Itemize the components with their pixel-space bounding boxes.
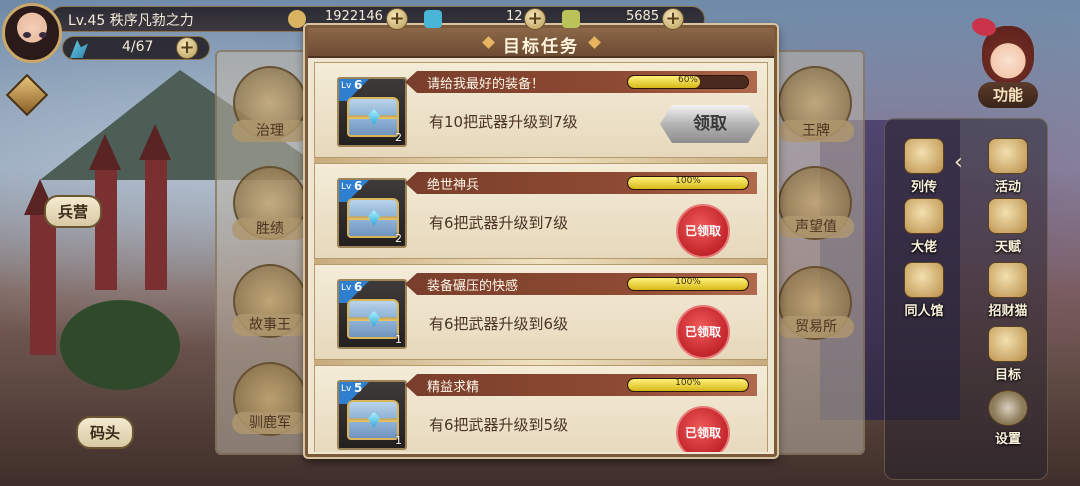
task-progress-bar: 100% [627,176,749,190]
player-level-name: Lv.45 秩序凡勃之力 [68,13,194,29]
chest-icon [347,299,399,339]
crown-icon [904,198,944,234]
coin-value: 1922146 [325,9,383,24]
add-coin-button[interactable]: + [386,8,408,30]
menu-item-bigshot[interactable]: 大佬 [892,196,956,256]
task-row: Lv 6 2 请给我最好的装备！ 60% 有10把武器升级到7级 领取 [314,62,768,158]
tree-scenery [60,300,180,390]
task-description: 有6把武器升级到7级 [429,214,569,232]
menu-item-settings[interactable]: 设置 [976,388,1040,448]
chest-icon [347,198,399,238]
chest-level: 6 [354,280,363,294]
task-title-bar: 装备碾压的快感 100% [405,273,757,295]
reward-chest[interactable]: Lv 6 2 [337,178,407,248]
building-label: 声望值 [778,216,854,238]
claimed-stamp: 已领取 [676,406,730,452]
chest-level: 6 [354,78,363,92]
reward-chest[interactable]: Lv 6 1 [337,279,407,349]
task-row: Lv 6 2 绝世神兵 100% 有6把武器升级到7级 已领取 [314,163,768,259]
menu-item-goals[interactable]: 目标 [976,324,1040,384]
building-icon [904,262,944,298]
building-label: 治理 [232,120,308,142]
chest-icon [347,97,399,137]
chest-level-prefix: Lv [341,384,352,394]
dialog-title: 目标任务 [503,37,579,57]
task-title: 装备碾压的快感 [427,279,519,294]
reward-quantity: 2 [395,232,402,245]
chest-level-prefix: Lv [341,283,352,293]
castle-tower [89,134,121,290]
menu-item-talent[interactable]: 天赋 [976,196,1040,256]
book-icon [904,138,944,174]
reward-quantity: 1 [395,333,402,346]
wings-icon [988,198,1028,234]
task-row: Lv 5 1 精益求精 100% 有6把武器升级到5级 已领取 [314,365,768,452]
crystal-icon [424,10,442,28]
castle-tower [139,124,171,290]
task-title-bar: 绝世神兵 100% [405,172,757,194]
coin-icon [288,10,306,28]
claimed-stamp: 已领取 [676,305,730,359]
task-progress-bar: 100% [627,277,749,291]
gear-icon [988,390,1028,426]
progress-text: 100% [675,277,701,287]
chest-level-prefix: Lv [341,182,352,192]
crystal-value: 12 [506,9,523,24]
stamina-value: 4/67 [122,39,154,55]
building-label: 胜绩 [232,218,308,240]
chest-level: 5 [354,381,363,395]
chest-level-prefix: Lv [341,81,352,91]
task-progress-bar: 100% [627,378,749,392]
building-label: 故事王 [232,314,308,336]
progress-text: 100% [675,176,701,186]
medal-value: 5685 [626,9,660,24]
task-description: 有10把武器升级到7级 [429,113,578,131]
building-label: 驯鹿军 [232,412,308,434]
menu-item-lucky-cat[interactable]: 招财猫 [976,260,1040,320]
goal-tasks-dialog: 目标任务 Lv 6 2 请给我最好的装备！ 60% 有10把武器升级到7级 领取 [305,25,777,457]
menu-item-fanhall[interactable]: 同人馆 [892,260,956,320]
add-stamina-button[interactable]: + [176,37,198,59]
building-label: 王牌 [778,120,854,142]
reward-chest[interactable]: Lv 5 1 [337,380,407,450]
player-avatar[interactable] [2,3,62,63]
star-shield-icon [988,138,1028,174]
castle-tower [24,179,56,355]
progress-text: 100% [675,378,701,388]
menu-item-events[interactable]: 活动 [976,136,1040,196]
task-progress-bar: 60% [627,75,749,89]
lucky-cat-icon [988,262,1028,298]
task-title: 请给我最好的装备！ [427,77,545,92]
task-title: 绝世神兵 [427,178,480,193]
claimed-stamp: 已领取 [676,204,730,258]
claim-button[interactable]: 领取 [660,105,760,143]
chest-level: 6 [354,179,363,193]
building-label: 贸易所 [778,316,854,338]
task-list[interactable]: Lv 6 2 请给我最好的装备！ 60% 有10把武器升级到7级 领取 Lv 6 [314,62,768,452]
dialog-header: 目标任务 [308,28,774,58]
add-medal-button[interactable]: + [662,8,684,30]
dock-label[interactable]: 码头 [76,416,135,449]
reward-chest[interactable]: Lv 6 2 [337,77,407,147]
reward-quantity: 1 [395,434,402,447]
function-button[interactable]: 功能 [978,82,1038,108]
task-description: 有6把武器升级到6级 [429,315,569,333]
task-title-bar: 精益求精 100% [405,374,757,396]
add-crystal-button[interactable]: + [524,8,546,30]
task-row: Lv 6 1 装备碾压的快感 100% 有6把武器升级到6级 已领取 [314,264,768,360]
chest-icon [347,400,399,440]
reward-quantity: 2 [395,131,402,144]
progress-text: 60% [677,75,698,85]
task-title: 精益求精 [427,380,480,395]
barracks-label[interactable]: 兵营 [44,195,103,228]
menu-item-biography[interactable]: 列传 [892,136,956,196]
scroll-icon [988,326,1028,362]
task-title-bar: 请给我最好的装备！ 60% [405,71,757,93]
task-description: 有6把武器升级到5级 [429,416,569,434]
medal-icon [562,10,580,28]
